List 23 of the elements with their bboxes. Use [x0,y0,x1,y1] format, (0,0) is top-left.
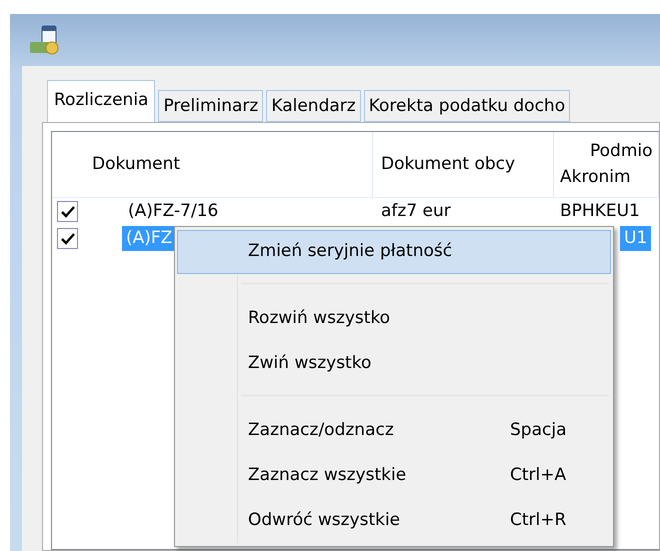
table-cell-text: afz7 eur [381,200,451,223]
tab[interactable]: Korekta podatku docho [364,90,570,122]
column-header: Dokument [92,152,182,176]
tab[interactable]: Preliminarz [158,90,264,122]
table-cell-text: BPHKEU1 [560,200,640,223]
menu-item[interactable]: Odwróć wszystkie Ctrl+R [177,498,611,543]
column-header: Akronim [560,166,632,188]
tab[interactable]: Kalendarz [266,90,361,122]
check-icon [60,232,74,244]
tab[interactable]: Rozliczenia [47,80,156,122]
column-group-header: Podmio [589,140,654,163]
menu-item[interactable]: Zwiń wszystko [177,341,611,386]
column-header: Dokument obcy [381,152,516,176]
table-cell: (A)FZ [122,226,176,252]
menu-item[interactable]: Zaznacz/odznacz Spacja [177,408,611,453]
menu-item[interactable]: Rozwiń wszystko [177,296,611,341]
table-cell: U1 [620,226,652,252]
checkbox[interactable] [57,201,78,222]
check-icon [60,206,74,218]
table-cell-text: (A)FZ-7/16 [128,200,218,223]
checkbox[interactable] [57,228,78,249]
menu-item[interactable]: Zaznacz wszystkie Ctrl+A [177,453,611,498]
menu-item[interactable]: Zmień seryjnie płatność [177,230,611,274]
